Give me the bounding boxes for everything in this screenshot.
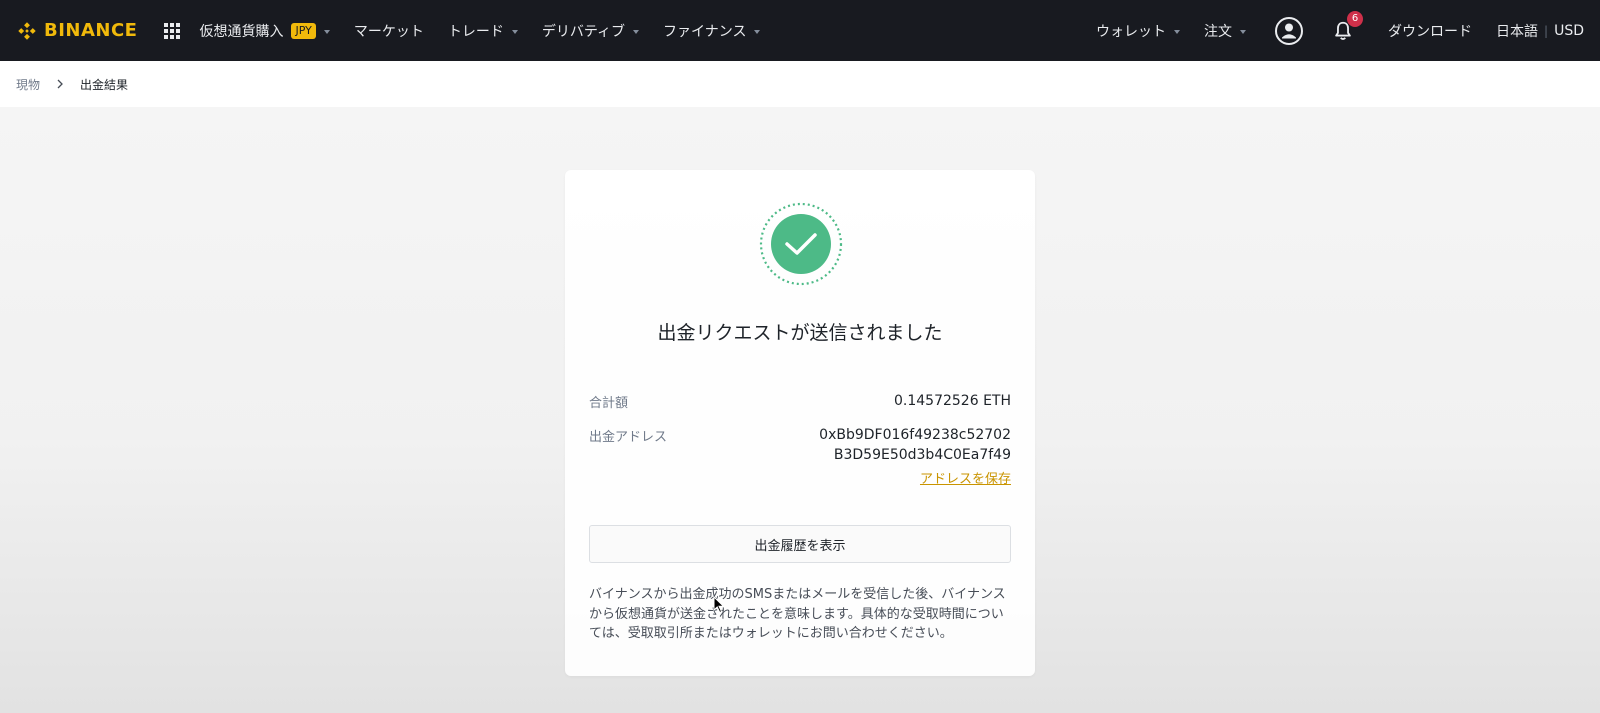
nav-item-label: 仮想通貨購入 [199, 23, 284, 40]
logo-text: BINANCE [44, 20, 138, 41]
language-label: 日本語 [1496, 23, 1539, 40]
nav-item-label: デリバティブ [541, 23, 626, 40]
withdrawal-result-card: 出金リクエストが送信されました 合計額 0.14572526 ETH 出金アドレ… [565, 170, 1035, 676]
withdrawal-address-value: 0xBb9DF016f49238c52702 B3D59E50d3b4C0Ea7… [819, 425, 1011, 465]
total-amount-label: 合計額 [589, 396, 629, 411]
nav-orders[interactable]: 注文 [1204, 21, 1247, 41]
mouse-pointer-icon [713, 596, 725, 614]
notifications-button[interactable]: 6 [1332, 10, 1364, 42]
withdrawal-notice: バイナンスから出金成功のSMSまたはメールを受信した後、バイナンスから仮想通貨が… [589, 587, 1006, 641]
binance-logo[interactable]: BINANCE [16, 20, 137, 42]
caret-down-icon [1240, 29, 1247, 34]
caret-down-icon [511, 29, 518, 34]
main-content: 出金リクエストが送信されました 合計額 0.14572526 ETH 出金アドレ… [0, 107, 1600, 713]
nav-finance[interactable]: ファイナンス [663, 21, 761, 41]
withdrawal-address-label: 出金アドレス [589, 430, 668, 445]
nav-trade[interactable]: トレード [448, 21, 518, 41]
check-circle-icon [759, 202, 843, 286]
save-address-link[interactable]: アドレスを保存 [920, 468, 1011, 487]
currency-badge: JPY [291, 22, 316, 39]
binance-diamond-icon [18, 21, 36, 40]
caret-down-icon [1174, 29, 1181, 34]
caret-down-icon [633, 29, 640, 34]
breadcrumb: 現物 出金結果 [0, 61, 1600, 107]
chevron-right-icon [56, 79, 64, 89]
grid-apps-icon[interactable] [163, 22, 181, 40]
currency-label: USD [1554, 22, 1584, 39]
separator: | [1544, 23, 1549, 38]
top-navigation: BINANCE 仮想通貨購入 JPY マーケット トレード デリバティブ ファイ… [0, 0, 1600, 61]
main-menu: 仮想通貨購入 JPY マーケット トレード デリバティブ ファイナンス [199, 21, 784, 41]
notification-count-badge: 6 [1347, 10, 1364, 27]
nav-markets[interactable]: マーケット [354, 21, 424, 41]
nav-download[interactable]: ダウンロード [1388, 21, 1472, 41]
address-line-2: B3D59E50d3b4C0Ea7f49 [833, 447, 1011, 463]
caret-down-icon [323, 29, 330, 34]
nav-wallet[interactable]: ウォレット [1096, 21, 1181, 41]
nav-item-label: ウォレット [1096, 23, 1167, 40]
nav-item-label: ファイナンス [663, 23, 747, 40]
result-title: 出金リクエストが送信されました [657, 322, 943, 344]
nav-derivatives[interactable]: デリバティブ [541, 21, 640, 41]
user-circle-icon[interactable] [1274, 16, 1304, 46]
nav-buy-crypto[interactable]: 仮想通貨購入 JPY [199, 21, 330, 41]
breadcrumb-current: 出金結果 [80, 77, 129, 92]
language-currency-switch[interactable]: 日本語 | USD [1496, 21, 1584, 41]
total-amount-value: 0.14572526 ETH [894, 393, 1011, 409]
nav-item-label: マーケット [353, 23, 424, 40]
view-withdrawal-history-button[interactable]: 出金履歴を表示 [589, 525, 1011, 563]
nav-item-label: トレード [447, 23, 504, 40]
nav-item-label: 注文 [1204, 23, 1233, 40]
breadcrumb-spot[interactable]: 現物 [16, 76, 40, 93]
address-line-1: 0xBb9DF016f49238c52702 [819, 427, 1011, 443]
user-menu: ウォレット 注文 6 ダウンロード 日本語 | USD [1072, 10, 1584, 46]
caret-down-icon [754, 29, 761, 34]
nav-item-label: ダウンロード [1388, 23, 1473, 40]
